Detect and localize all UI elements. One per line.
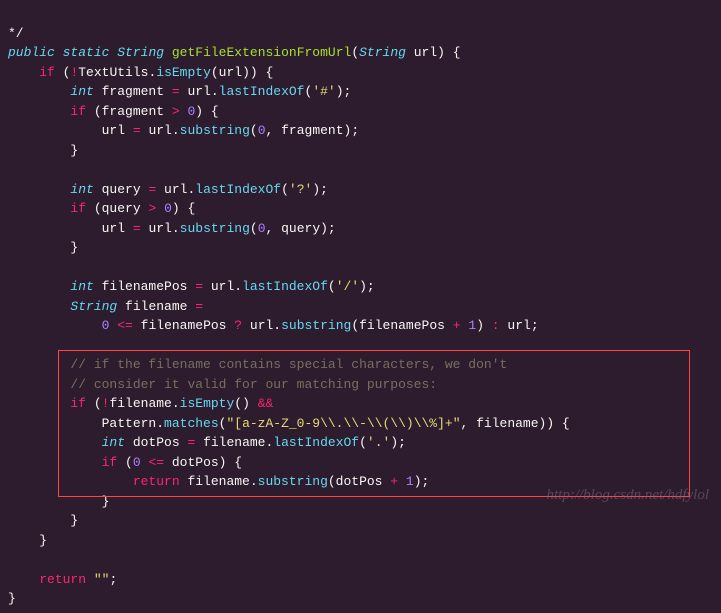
comment-line-2: // consider it valid for our matching pu…: [70, 377, 437, 392]
kw-static: static: [63, 45, 110, 60]
type-string: String: [117, 45, 164, 60]
kw-public: public: [8, 45, 55, 60]
comment-line-1: // if the filename contains special char…: [70, 357, 507, 372]
fn-name: getFileExtensionFromUrl: [172, 45, 351, 60]
line-1: */: [8, 26, 24, 41]
code-block: */ public static String getFileExtension…: [0, 0, 721, 613]
